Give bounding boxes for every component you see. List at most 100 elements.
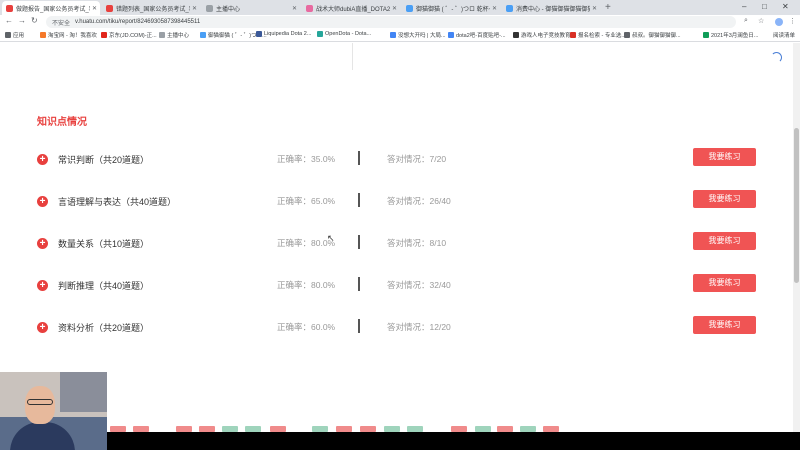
bookmark-star-icon[interactable]: ☆	[758, 17, 764, 25]
bookmark-item[interactable]: 没想大开吗 | 大局...	[390, 31, 446, 39]
answer-square[interactable]	[222, 426, 238, 432]
bookmark-label: OpenDota - Dota...	[325, 31, 372, 37]
search-icon[interactable]: ⌕	[744, 17, 748, 25]
expand-plus-icon[interactable]: +	[37, 238, 48, 249]
browser-tab[interactable]: 做题报告_国家公务员考试_事业单位...✕	[2, 1, 100, 15]
bookmark-favicon-icon	[101, 32, 107, 38]
url-input[interactable]: 不安全 v.huatu.com/tiku/report/824693058739…	[46, 16, 736, 28]
bookmark-item[interactable]: 2021年3月澜鱼日...	[703, 31, 758, 39]
tab-close-icon[interactable]: ✕	[492, 5, 500, 12]
minimize-button[interactable]: –	[742, 2, 746, 11]
tab-favicon-icon	[406, 4, 413, 12]
practice-button[interactable]: 我要练习	[693, 148, 756, 166]
close-window-button[interactable]: ✕	[782, 2, 789, 11]
expand-plus-icon[interactable]: +	[37, 154, 48, 165]
practice-button[interactable]: 我要练习	[693, 274, 756, 292]
tab-title: 御猫御猫 ( ゜- ゜)つロ 乾杯~-bili...	[416, 6, 490, 13]
forward-icon[interactable]: →	[18, 16, 26, 25]
bookmark-favicon-icon	[256, 31, 262, 37]
practice-button[interactable]: 我要练习	[693, 232, 756, 250]
scrollbar-thumb[interactable]	[794, 128, 799, 283]
tab-close-icon[interactable]: ✕	[92, 5, 100, 12]
accuracy-text: 正确率：80.0%	[277, 280, 336, 290]
answer-square[interactable]	[451, 426, 467, 432]
expand-plus-icon[interactable]: +	[37, 322, 48, 333]
tab-close-icon[interactable]: ✕	[592, 5, 600, 12]
practice-button[interactable]: 我要练习	[693, 316, 756, 334]
menu-icon[interactable]: ⋮	[789, 17, 796, 25]
bookmark-label: Liquipedia Dota 2...	[264, 31, 312, 37]
webcam-person-body	[10, 422, 75, 450]
webcam-glasses	[27, 399, 53, 405]
url-text: v.huatu.com/tiku/report/8246930587398445…	[75, 19, 201, 25]
tab-close-icon[interactable]: ✕	[392, 5, 400, 12]
bookmark-item[interactable]: Liquipedia Dota 2...	[256, 31, 311, 37]
browser-tab[interactable]: 战术大师dubiA直播_DOTA2直播...✕	[302, 1, 400, 15]
answered-text: 答对情况：26/40	[387, 196, 451, 206]
answer-square[interactable]	[360, 426, 376, 432]
bookmark-item[interactable]: 淘宝网 - 淘！我喜欢	[40, 31, 97, 39]
answer-square[interactable]	[475, 426, 491, 432]
bookmark-favicon-icon	[570, 32, 576, 38]
knowledge-point-row: + 言语理解与表达（共40道题） 正确率：65.0% 答对情况：26/40 我要练习	[37, 190, 757, 213]
answer-square[interactable]	[270, 426, 286, 432]
row-separator	[358, 319, 360, 333]
answer-square[interactable]	[133, 426, 149, 432]
tab-favicon-icon	[306, 4, 313, 12]
webcam-shelf	[60, 372, 107, 412]
divider	[352, 43, 353, 70]
browser-tab[interactable]: 消费中心 - 御猫御猫御猫御猫的✕	[502, 1, 600, 15]
answer-square[interactable]	[176, 426, 192, 432]
row-separator	[358, 277, 360, 291]
expand-plus-icon[interactable]: +	[37, 280, 48, 291]
tab-title: 主播中心	[216, 6, 241, 13]
reading-list[interactable]: 阅读清单	[773, 31, 795, 39]
bookmark-item[interactable]: 叔叔。御猫御猫御...	[624, 31, 681, 39]
bookmark-item[interactable]: 京东(JD.COM)-正...	[101, 31, 157, 39]
bookmark-label: dota2吧-百度贴吧-...	[456, 33, 506, 39]
answer-square[interactable]	[199, 426, 215, 432]
knowledge-point-row: + 数量关系（共10道题） 正确率：80.0% 答对情况：8/10 我要练习	[37, 232, 757, 255]
answer-square[interactable]	[520, 426, 536, 432]
row-separator	[358, 193, 360, 207]
tab-close-icon[interactable]: ✕	[192, 5, 200, 12]
bookmark-item[interactable]: dota2吧-百度贴吧-...	[448, 31, 506, 39]
browser-window: 做题报告_国家公务员考试_事业单位...✕错题列表_国家公务员考试_事业单位..…	[0, 0, 800, 432]
bookmark-item[interactable]: 应用	[5, 31, 24, 39]
answer-square[interactable]	[384, 426, 400, 432]
tab-favicon-icon	[106, 4, 113, 12]
expand-plus-icon[interactable]: +	[37, 196, 48, 207]
bookmark-label: 淘宝网 - 淘！我喜欢	[48, 33, 97, 39]
tab-favicon-icon	[506, 4, 513, 12]
bookmark-favicon-icon	[703, 32, 709, 38]
tab-strip: 做题报告_国家公务员考试_事业单位...✕错题列表_国家公务员考试_事业单位..…	[0, 0, 800, 15]
bookmark-item[interactable]: 游戏人电子竞技教育	[513, 31, 571, 39]
browser-tab[interactable]: 主播中心 ✕	[202, 1, 300, 15]
answer-square[interactable]	[110, 426, 126, 432]
answered-text: 答对情况：32/40	[387, 280, 451, 290]
answer-square[interactable]	[245, 426, 261, 432]
answered-text: 答对情况：12/20	[387, 322, 451, 332]
answer-square[interactable]	[497, 426, 513, 432]
bookmark-item[interactable]: 报名检索 - 专业选...	[570, 31, 626, 39]
answer-square[interactable]	[312, 426, 328, 432]
reload-icon[interactable]: ↻	[31, 16, 38, 25]
bookmark-item[interactable]: OpenDota - Dota...	[317, 31, 371, 37]
knowledge-point-row: + 资料分析（共20道题） 正确率：60.0% 答对情况：12/20 我要练习	[37, 316, 757, 339]
tab-close-icon[interactable]: ✕	[292, 5, 300, 12]
answer-square[interactable]	[543, 426, 559, 432]
bookmark-item[interactable]: 主播中心	[159, 31, 189, 39]
answer-square[interactable]	[407, 426, 423, 432]
maximize-button[interactable]: □	[762, 2, 767, 11]
browser-tab[interactable]: 错题列表_国家公务员考试_事业单位...✕	[102, 1, 200, 15]
webcam-person-head	[25, 386, 55, 424]
accuracy-text: 正确率：60.0%	[277, 322, 336, 332]
new-tab-button[interactable]: +	[605, 2, 611, 13]
insecure-label[interactable]: 不安全	[52, 18, 70, 27]
page-scrollbar[interactable]	[793, 43, 800, 432]
back-icon[interactable]: ←	[5, 16, 13, 25]
answer-square[interactable]	[336, 426, 352, 432]
profile-avatar[interactable]	[775, 18, 783, 26]
browser-tab[interactable]: 御猫御猫 ( ゜- ゜)つロ 乾杯~-bili...✕	[402, 1, 500, 15]
practice-button[interactable]: 我要练习	[693, 190, 756, 208]
